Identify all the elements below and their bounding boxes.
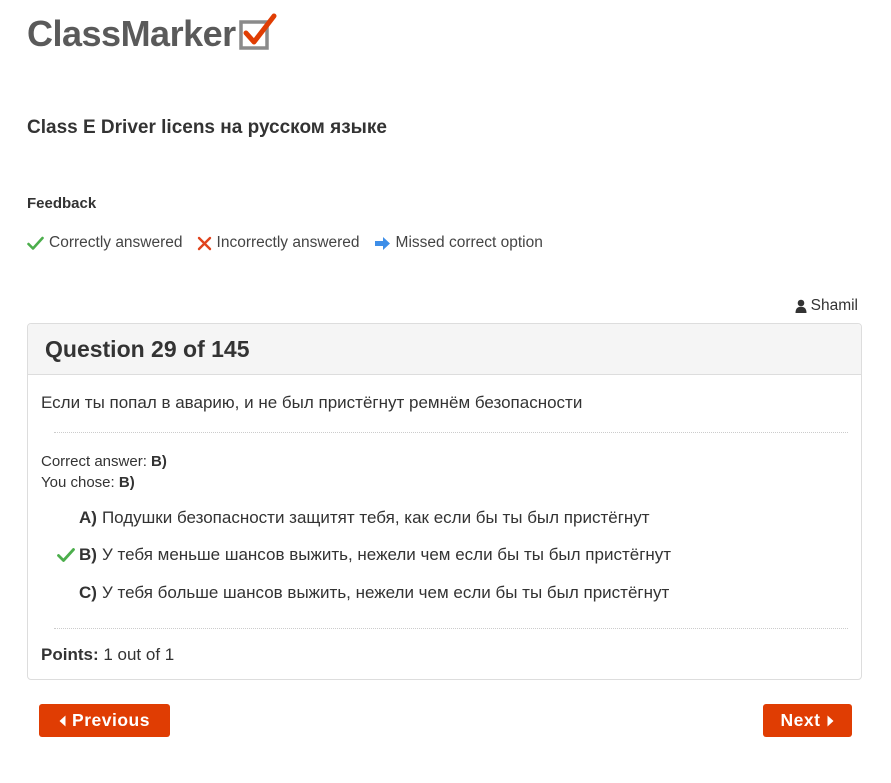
- option-b-text: У тебя меньше шансов выжить, нежели чем …: [101, 545, 672, 564]
- question-number: Question 29 of 145: [45, 335, 250, 362]
- cross-icon: [197, 236, 211, 250]
- next-button-label: Next: [780, 710, 821, 730]
- arrow-right-icon: [374, 236, 390, 250]
- option-c: C) У тебя больше шансов выжить, нежели ч…: [41, 583, 669, 603]
- option-a: A) Подушки безопасности защитят тебя, ка…: [41, 508, 650, 528]
- user-name: Shamil: [810, 297, 858, 314]
- option-c-letter: C): [79, 583, 97, 602]
- user-indicator: Shamil: [795, 297, 858, 315]
- option-b-letter: B): [79, 545, 97, 564]
- previous-button-label: Previous: [72, 710, 150, 730]
- option-b: B) У тебя меньше шансов выжить, нежели ч…: [41, 545, 671, 565]
- legend-incorrect: Incorrectly answered: [197, 234, 360, 252]
- points-value: 1 out of 1: [103, 645, 175, 664]
- caret-left-icon: [59, 715, 66, 726]
- legend-incorrect-label: Incorrectly answered: [216, 234, 360, 251]
- check-icon: [27, 236, 44, 250]
- checkbox-icon: [238, 13, 277, 50]
- question-header: Question 29 of 145: [28, 324, 861, 375]
- points-line: Points: 1 out of 1: [41, 645, 174, 665]
- logo-text: ClassMarker: [27, 13, 236, 54]
- you-chose-value: B): [118, 474, 135, 491]
- classmarker-logo[interactable]: ClassMarker: [27, 12, 278, 56]
- question-text: Если ты попал в аварию, и не был пристёг…: [41, 393, 583, 412]
- option-a-text: Подушки безопасности защитят тебя, как е…: [101, 508, 650, 527]
- option-b-mark: [41, 547, 77, 563]
- legend-missed-label: Missed correct option: [395, 234, 543, 251]
- answer-summary: Correct answer: B) You chose: B): [41, 451, 167, 493]
- option-c-text: У тебя больше шансов выжить, нежели чем …: [101, 583, 670, 602]
- legend-correct: Correctly answered: [27, 234, 183, 252]
- next-button[interactable]: Next: [763, 704, 852, 737]
- test-title: Class E Driver licens на русском языке: [27, 117, 387, 138]
- feedback-title: Feedback: [27, 195, 97, 212]
- option-a-letter: A): [79, 508, 97, 527]
- you-chose-label: You chose:: [41, 474, 115, 491]
- points-label: Points:: [41, 645, 99, 664]
- divider: [54, 432, 848, 433]
- question-panel: Question 29 of 145 Если ты попал в авари…: [27, 323, 862, 680]
- user-icon: [795, 299, 807, 313]
- legend-missed: Missed correct option: [374, 234, 543, 252]
- divider: [54, 628, 848, 629]
- legend-correct-label: Correctly answered: [49, 234, 183, 251]
- correct-answer-line: Correct answer: B): [41, 451, 167, 472]
- feedback-legend: Correctly answered Incorrectly answered …: [27, 234, 557, 252]
- you-chose-line: You chose: B): [41, 472, 167, 493]
- caret-right-icon: [827, 715, 834, 726]
- previous-button[interactable]: Previous: [39, 704, 170, 737]
- correct-answer-value: B): [151, 453, 167, 470]
- correct-answer-label: Correct answer:: [41, 453, 147, 470]
- check-icon: [57, 548, 75, 562]
